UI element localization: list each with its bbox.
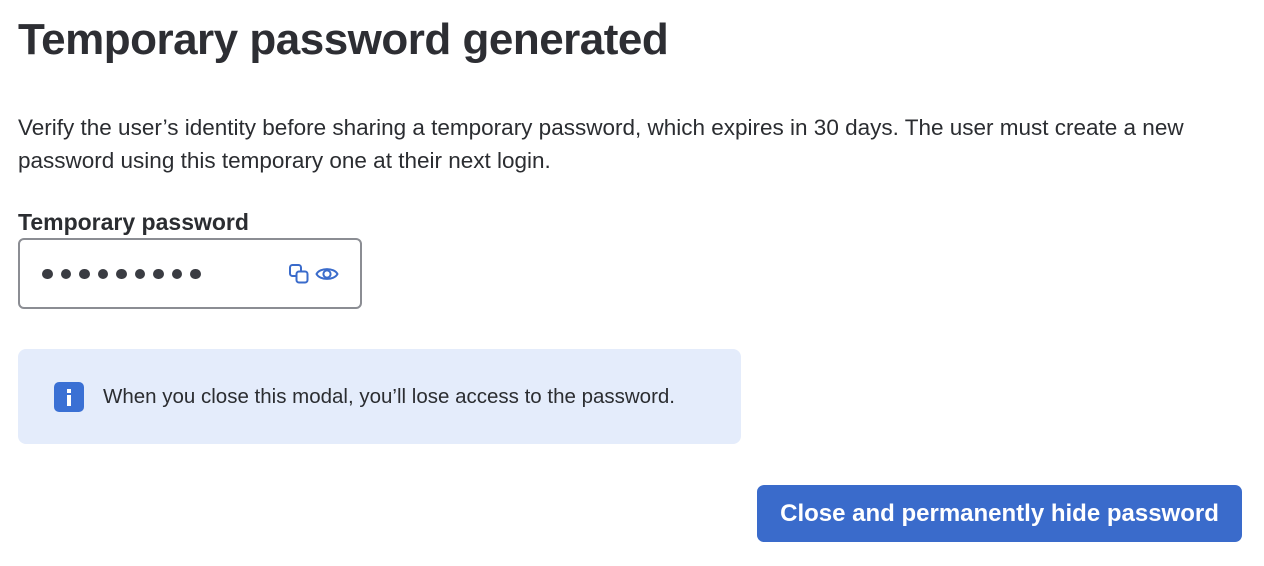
notice-text: When you close this modal, you’ll lose a…: [103, 385, 675, 408]
password-mask-dot: [42, 268, 53, 280]
eye-icon[interactable]: [314, 261, 340, 287]
password-mask-dot: [171, 268, 182, 280]
masked-password-value: [42, 260, 201, 288]
info-icon: [54, 382, 84, 412]
temporary-password-label: Temporary password: [18, 209, 249, 235]
modal-title: Temporary password generated: [18, 15, 669, 64]
password-mask-dot: [190, 268, 201, 280]
close-and-hide-password-button[interactable]: Close and permanently hide password: [757, 485, 1242, 542]
password-mask-dot: [134, 268, 145, 280]
password-mask-dot: [60, 268, 71, 280]
password-mask-dot: [116, 268, 127, 280]
password-mask-dot: [153, 268, 164, 280]
temporary-password-field: [18, 238, 362, 309]
copy-icon[interactable]: [286, 261, 312, 287]
password-mask-dot: [97, 268, 108, 280]
info-notice: When you close this modal, you’ll lose a…: [18, 349, 741, 444]
password-mask-dot: [79, 268, 90, 280]
modal-description: Verify the user’s identity before sharin…: [18, 115, 1184, 173]
